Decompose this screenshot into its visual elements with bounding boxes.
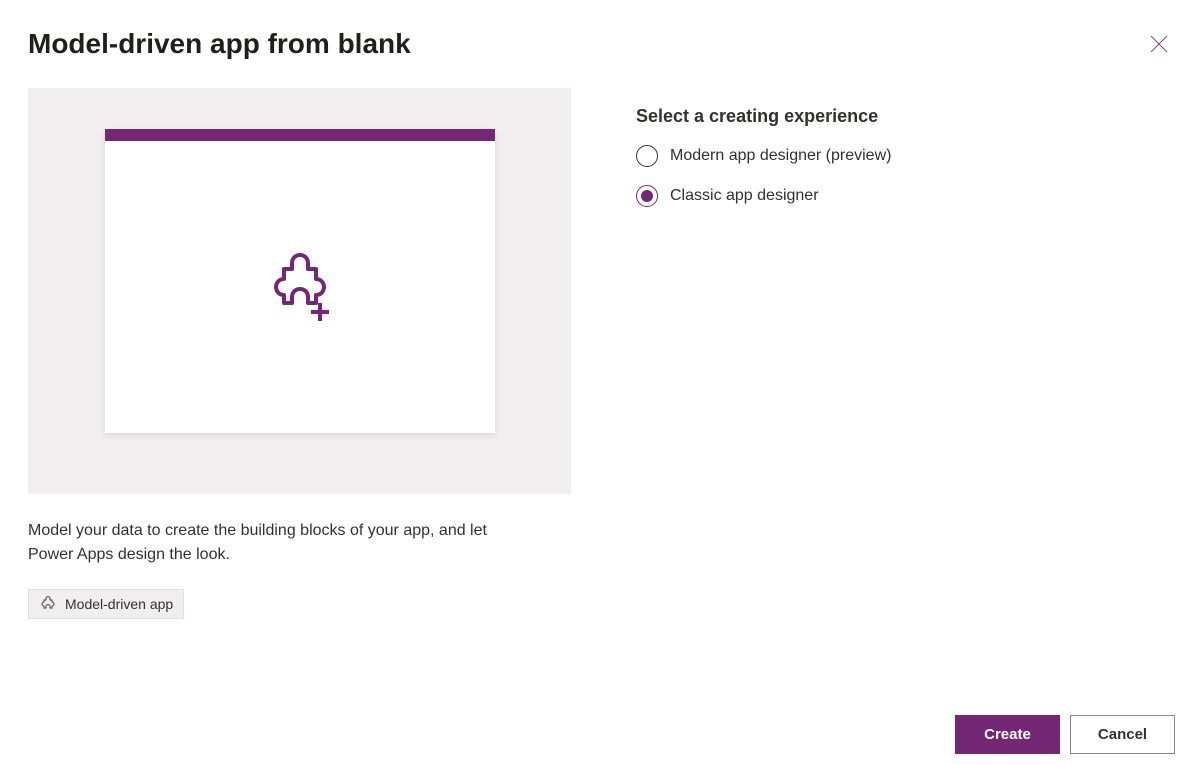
app-mockup-header-bar [105,129,495,141]
puzzle-piece-icon [39,595,57,613]
radio-classic-label: Classic app designer [670,187,819,205]
app-type-tag-label: Model-driven app [65,596,173,612]
app-mockup [105,129,495,433]
experience-heading: Select a creating experience [636,106,891,127]
radio-selected-icon [636,185,658,207]
dialog-title: Model-driven app from blank [28,28,411,60]
radio-modern-designer[interactable]: Modern app designer (preview) [636,145,891,167]
radio-modern-label: Modern app designer (preview) [670,147,891,165]
puzzle-piece-add-icon [262,249,338,325]
app-type-tag: Model-driven app [28,589,184,619]
close-button[interactable] [1143,28,1175,60]
app-description: Model your data to create the building b… [28,519,498,567]
cancel-button[interactable]: Cancel [1070,715,1175,754]
radio-classic-designer[interactable]: Classic app designer [636,185,891,207]
app-preview-thumbnail [28,88,571,494]
radio-unselected-icon [636,145,658,167]
create-button[interactable]: Create [955,715,1060,754]
close-icon [1149,34,1169,54]
